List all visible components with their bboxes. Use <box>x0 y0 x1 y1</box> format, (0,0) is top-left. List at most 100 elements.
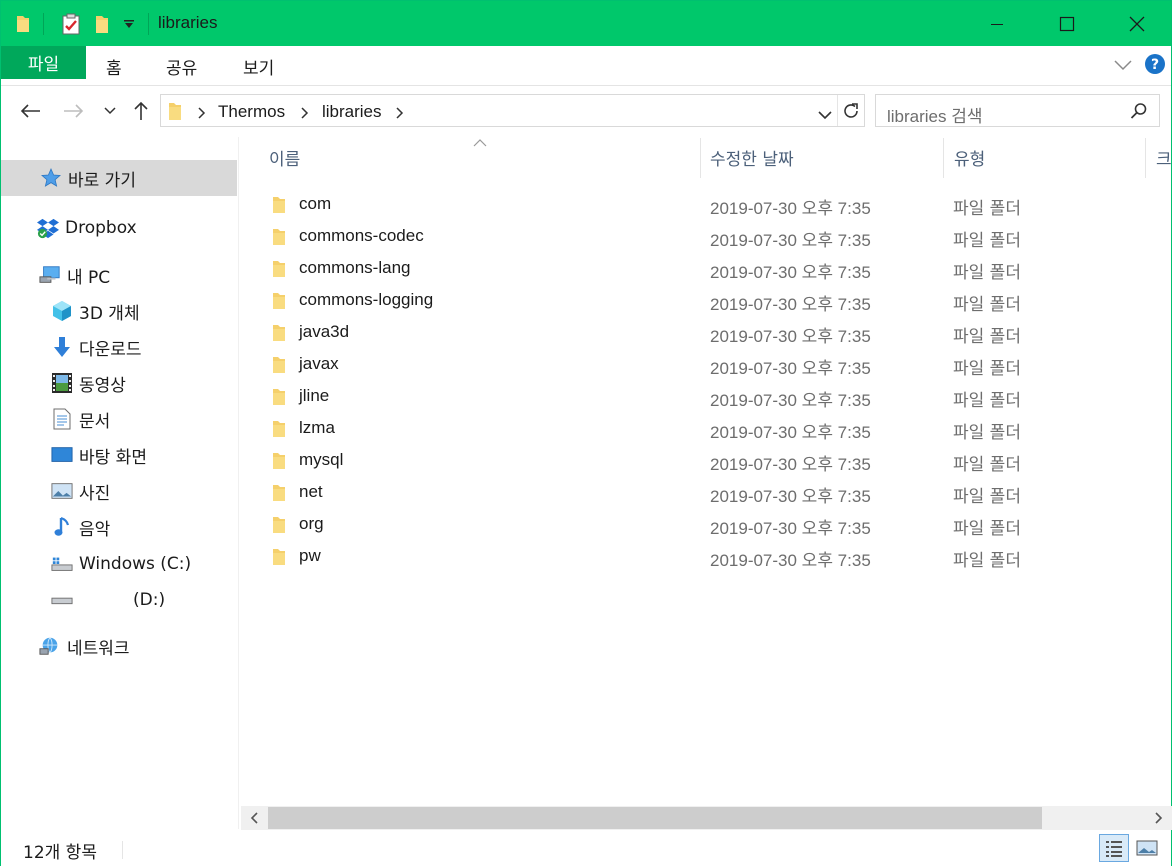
scrollbar-thumb[interactable] <box>268 807 1042 829</box>
nav-music[interactable]: 음악 <box>1 509 237 545</box>
chevron-right-icon[interactable] <box>198 104 206 123</box>
file-date: 2019-07-30 오후 7:35 <box>710 231 871 250</box>
properties-icon[interactable] <box>57 1 85 46</box>
nav-videos[interactable]: 동영상 <box>1 365 237 401</box>
file-row[interactable]: org 2019-07-30 오후 7:35 파일 폴더 <box>241 508 1161 540</box>
column-header-size[interactable]: 크 <box>1156 138 1171 176</box>
nav-label: 음악 <box>79 519 111 540</box>
scroll-left-icon[interactable] <box>241 806 267 830</box>
explorer-window: libraries 파일 홈 공유 보기 ? Thermos libraries… <box>0 0 1172 866</box>
nav-label: 다운로드 <box>79 339 142 360</box>
title-bar[interactable]: libraries <box>1 1 1171 46</box>
nav-quick-access[interactable]: 바로 가기 <box>1 160 237 196</box>
refresh-icon[interactable] <box>842 101 860 125</box>
star-icon <box>40 167 62 189</box>
up-button[interactable] <box>128 97 154 125</box>
breadcrumb-libraries[interactable]: libraries <box>322 102 382 122</box>
scroll-right-icon[interactable] <box>1146 806 1172 830</box>
large-icons-view-icon[interactable] <box>1132 834 1162 862</box>
file-row[interactable]: commons-codec 2019-07-30 오후 7:35 파일 폴더 <box>241 220 1161 252</box>
file-name: com <box>299 194 332 213</box>
new-folder-icon[interactable] <box>89 1 115 46</box>
file-row[interactable]: pw 2019-07-30 오후 7:35 파일 폴더 <box>241 540 1161 572</box>
help-icon[interactable]: ? <box>1144 53 1166 79</box>
file-row[interactable]: lzma 2019-07-30 오후 7:35 파일 폴더 <box>241 412 1161 444</box>
file-name: pw <box>299 546 321 565</box>
minimize-button[interactable] <box>962 1 1032 46</box>
expand-ribbon-icon[interactable] <box>1114 56 1132 75</box>
file-type: 파일 폴더 <box>953 327 1021 347</box>
forward-button[interactable] <box>59 97 89 125</box>
details-view-icon[interactable] <box>1099 834 1129 862</box>
nav-3d-objects[interactable]: 3D 개체 <box>1 293 237 329</box>
nav-label: 네트워크 <box>67 638 130 659</box>
tab-file[interactable]: 파일 <box>1 46 86 79</box>
file-type: 파일 폴더 <box>953 391 1021 411</box>
nav-pictures[interactable]: 사진 <box>1 473 237 509</box>
tab-view[interactable]: 보기 <box>243 54 274 79</box>
drive-windows-icon <box>51 553 73 575</box>
file-type: 파일 폴더 <box>953 487 1021 507</box>
chevron-right-icon[interactable] <box>396 104 404 123</box>
tab-home[interactable]: 홈 <box>106 54 122 79</box>
file-row[interactable]: com 2019-07-30 오후 7:35 파일 폴더 <box>241 188 1161 220</box>
maximize-button[interactable] <box>1032 1 1102 46</box>
file-name: commons-logging <box>299 290 434 309</box>
nav-network[interactable]: 네트워크 <box>1 628 237 664</box>
tab-share[interactable]: 공유 <box>166 54 197 79</box>
horizontal-scrollbar[interactable] <box>241 806 1172 830</box>
recent-locations-icon[interactable] <box>101 97 119 125</box>
nav-dropbox[interactable]: Dropbox <box>1 210 237 246</box>
nav-drive-d[interactable]: (D:) <box>1 582 237 618</box>
address-history-chevron-down-icon[interactable] <box>818 105 832 124</box>
film-icon <box>51 372 73 394</box>
nav-label: Windows (C:) <box>79 554 192 574</box>
column-header-name[interactable]: 이름 <box>269 138 300 176</box>
folder-icon <box>271 515 287 540</box>
nav-desktop[interactable]: 바탕 화면 <box>1 437 237 473</box>
file-row[interactable]: commons-lang 2019-07-30 오후 7:35 파일 폴더 <box>241 252 1161 284</box>
search-icon[interactable] <box>1130 102 1148 124</box>
file-row[interactable]: java3d 2019-07-30 오후 7:35 파일 폴더 <box>241 316 1161 348</box>
file-row[interactable]: mysql 2019-07-30 오후 7:35 파일 폴더 <box>241 444 1161 476</box>
status-bar: 12개 항목 <box>1 831 1171 866</box>
search-input[interactable]: libraries 검색 <box>887 102 983 127</box>
folder-icon <box>271 291 287 316</box>
file-row[interactable]: commons-logging 2019-07-30 오후 7:35 파일 폴더 <box>241 284 1161 316</box>
svg-text:?: ? <box>1151 57 1159 73</box>
file-row[interactable]: net 2019-07-30 오후 7:35 파일 폴더 <box>241 476 1161 508</box>
nav-this-pc[interactable]: 내 PC <box>1 257 237 293</box>
desktop-icon <box>51 444 73 466</box>
file-row[interactable]: javax 2019-07-30 오후 7:35 파일 폴더 <box>241 348 1161 380</box>
back-button[interactable] <box>15 97 45 125</box>
file-date: 2019-07-30 오후 7:35 <box>710 455 871 474</box>
search-box[interactable]: libraries 검색 <box>875 94 1160 127</box>
customize-toolbar-icon[interactable] <box>119 1 139 46</box>
file-date: 2019-07-30 오후 7:35 <box>710 327 871 346</box>
column-header-type[interactable]: 유형 <box>954 138 985 176</box>
address-bar[interactable]: Thermos libraries <box>160 94 865 127</box>
file-name: javax <box>299 354 339 373</box>
file-date: 2019-07-30 오후 7:35 <box>710 551 871 570</box>
file-date: 2019-07-30 오후 7:35 <box>710 295 871 314</box>
nav-label: 바로 가기 <box>68 170 136 191</box>
folder-icon <box>271 355 287 380</box>
close-button[interactable] <box>1102 1 1172 46</box>
folder-icon <box>271 195 287 220</box>
nav-documents[interactable]: 문서 <box>1 401 237 437</box>
breadcrumb-thermos[interactable]: Thermos <box>218 102 285 122</box>
nav-downloads[interactable]: 다운로드 <box>1 329 237 365</box>
file-row[interactable]: jline 2019-07-30 오후 7:35 파일 폴더 <box>241 380 1161 412</box>
music-note-icon <box>51 516 73 538</box>
file-name: mysql <box>299 450 344 469</box>
chevron-right-icon[interactable] <box>301 104 309 123</box>
nav-drive-c[interactable]: Windows (C:) <box>1 546 237 582</box>
document-icon <box>51 408 73 430</box>
navigation-pane: 바로 가기 Dropbox 내 PC 3D 개체 다운로드 동영상 문서 바탕 … <box>1 137 238 829</box>
column-header-date[interactable]: 수정한 날짜 <box>710 138 794 176</box>
file-date: 2019-07-30 오후 7:35 <box>710 391 871 410</box>
file-type: 파일 폴더 <box>953 551 1021 571</box>
nav-label: 내 PC <box>67 267 111 288</box>
file-type: 파일 폴더 <box>953 519 1021 539</box>
computer-icon <box>39 264 61 286</box>
